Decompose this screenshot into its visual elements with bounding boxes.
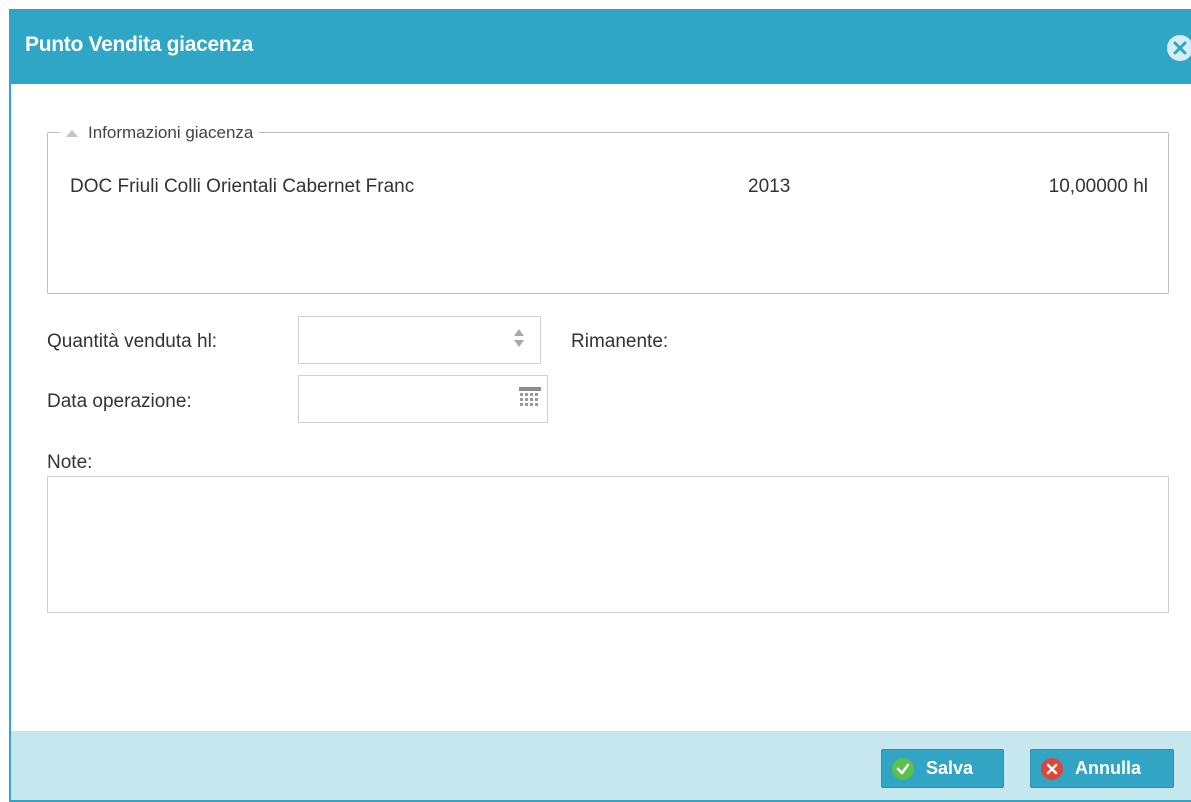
operation-date-input[interactable]	[298, 375, 548, 423]
save-button-label: Salva	[926, 758, 974, 778]
notes-label: Note:	[47, 452, 93, 473]
spinner-icon[interactable]	[514, 329, 524, 351]
check-icon	[892, 757, 914, 780]
qty-sold-input[interactable]	[298, 316, 541, 364]
dialog-title: Punto Vendita giacenza	[25, 33, 253, 56]
info-fieldset: Informazioni giacenza DOC Friuli Colli O…	[47, 123, 1169, 294]
product-year: 2013	[748, 176, 791, 197]
collapse-arrow-icon[interactable]	[66, 129, 78, 137]
stock-quantity: 10,00000 hl	[1048, 176, 1148, 197]
operation-date-label: Data operazione:	[47, 391, 192, 412]
info-legend-label: Informazioni giacenza	[88, 123, 254, 142]
cancel-x-icon	[1041, 757, 1063, 780]
notes-textarea[interactable]	[47, 476, 1169, 613]
dialog-titlebar: Punto Vendita giacenza	[11, 9, 1191, 84]
cancel-button[interactable]: Annulla	[1030, 749, 1174, 788]
qty-sold-label: Quantità venduta hl:	[47, 331, 218, 352]
info-legend[interactable]: Informazioni giacenza	[60, 123, 260, 143]
close-icon[interactable]	[1167, 35, 1191, 61]
product-name: DOC Friuli Colli Orientali Cabernet Fran…	[70, 176, 415, 197]
save-button[interactable]: Salva	[881, 749, 1004, 788]
remaining-label: Rimanente:	[571, 331, 669, 352]
dialog-footer: Salva Annulla	[11, 731, 1191, 800]
dialog-window: Punto Vendita giacenza Informazioni giac…	[9, 9, 1191, 802]
calendar-icon[interactable]	[519, 387, 541, 407]
cancel-button-label: Annulla	[1075, 758, 1141, 778]
